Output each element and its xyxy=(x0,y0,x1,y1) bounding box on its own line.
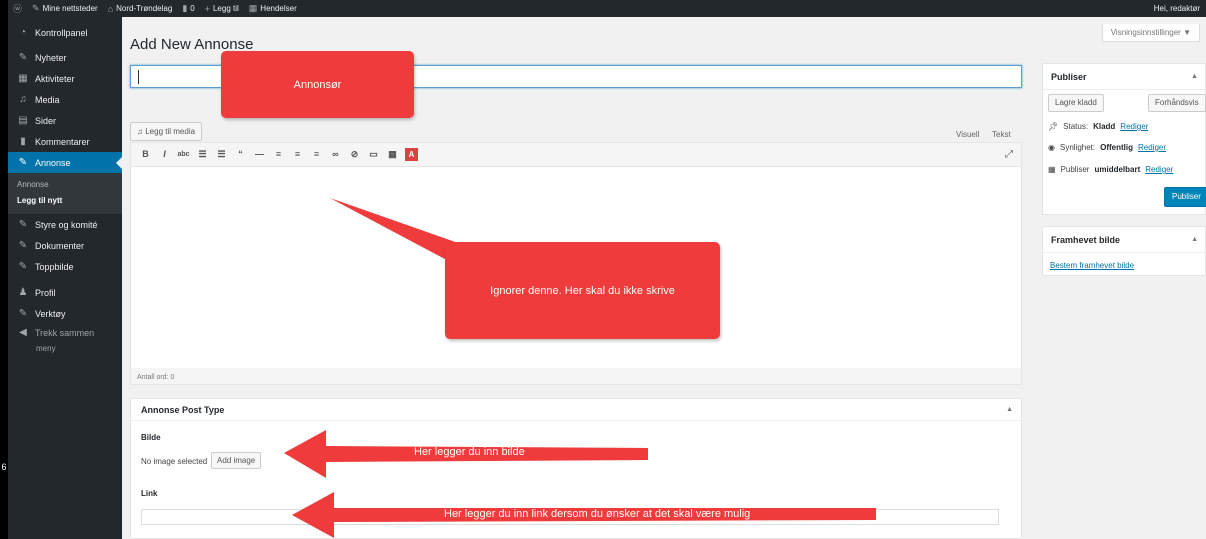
italic-icon[interactable]: I xyxy=(158,148,171,161)
page-icon: ▤ xyxy=(18,115,28,126)
publish-button[interactable]: Publiser xyxy=(1164,187,1206,207)
align-center-icon[interactable]: ≡ xyxy=(291,148,304,161)
image-label: Bilde xyxy=(141,433,161,442)
schedule-row: ▦ Publiser umiddelbart Rediger xyxy=(1048,165,1174,174)
add-media-button[interactable]: ♫ Legg til media xyxy=(130,122,203,141)
postbox-title: Annonse Post Type xyxy=(131,399,1021,421)
sidebar-item-aktiviteter[interactable]: ▦ Aktiviteter xyxy=(8,68,122,89)
account-greeting[interactable]: Hei, redaktør xyxy=(1149,0,1206,17)
link-label: Link xyxy=(141,489,158,498)
submenu-annonse[interactable]: Annonse xyxy=(8,177,122,193)
align-right-icon[interactable]: ≡ xyxy=(310,148,323,161)
wordpress-logo-icon[interactable]: ⓦ xyxy=(8,0,27,17)
publish-title: Publiser ▲ xyxy=(1043,64,1205,90)
collapse-menu-label[interactable]: meny xyxy=(8,341,122,357)
calendar-icon: ▦ xyxy=(1048,165,1056,174)
collapse-toggle-icon[interactable]: ▲ xyxy=(1006,406,1013,413)
sidebar-item-kommentarer[interactable]: ▮ Kommentarer xyxy=(8,131,122,152)
screen-options-button[interactable]: Visningsinnstillinger ▼ xyxy=(1101,24,1200,42)
numbered-list-icon[interactable]: ☰ xyxy=(215,148,228,161)
home-icon: ⌂ xyxy=(107,3,114,14)
comments-link[interactable]: ▮ 0 xyxy=(177,0,199,17)
add-image-button[interactable]: Add image xyxy=(211,452,262,469)
bold-icon[interactable]: B xyxy=(139,148,152,161)
calendar-icon: ▦ xyxy=(248,3,258,13)
site-name-link[interactable]: ⌂ Nord-Trøndelag xyxy=(103,0,178,17)
visibility-row: ◉ Synlighet: Offentlig Rediger xyxy=(1048,143,1167,152)
tab-visual[interactable]: Visuell xyxy=(956,130,979,139)
edge-number: 6 xyxy=(1,462,7,472)
pdf-icon[interactable]: A xyxy=(405,148,418,161)
admin-bar: ⓦ ✎ Mine nettsteder ⌂ Nord-Trøndelag ▮ 0 + L… xyxy=(8,0,1206,17)
blockquote-icon[interactable]: “ xyxy=(234,148,247,161)
sidebar-item-nyheter[interactable]: ✎ Nyheter xyxy=(8,47,122,68)
wordpress-window: ⓦ ✎ Mine nettsteder ⌂ Nord-Trøndelag ▮ 0 + L… xyxy=(8,0,1206,539)
strikethrough-icon[interactable]: abc xyxy=(177,148,190,161)
events-link[interactable]: ▦ Hendelser xyxy=(244,0,302,17)
pin-icon: 📌︎ xyxy=(1048,122,1059,131)
collapse-toggle-icon[interactable]: ▲ xyxy=(1191,227,1198,253)
my-sites-link[interactable]: ✎ Mine nettsteder xyxy=(27,0,103,17)
pin-icon: ✎ xyxy=(18,157,28,168)
preview-button[interactable]: Forhåndsvis xyxy=(1148,94,1206,112)
fullscreen-icon[interactable]: ⤢ xyxy=(1005,149,1013,160)
editor-callout: Ignorer denne. Her skal du ikke skrive xyxy=(445,242,720,339)
sidebar-item-toppbilde[interactable]: ✎ Toppbilde xyxy=(8,256,122,277)
collapse-menu-button[interactable]: ◀ Trekk sammen xyxy=(8,324,122,341)
media-icon: ♫ xyxy=(137,127,146,136)
sidebar-item-styre[interactable]: ✎ Styre og komité xyxy=(8,214,122,235)
user-icon: ♟ xyxy=(18,287,28,298)
no-image-text: No image selected xyxy=(141,457,208,466)
sidebar-item-dokumenter[interactable]: ✎ Dokumenter xyxy=(8,235,122,256)
edit-status-link[interactable]: Rediger xyxy=(1120,122,1148,131)
save-draft-button[interactable]: Lagre kladd xyxy=(1048,94,1104,112)
comment-icon: ▮ xyxy=(20,136,26,147)
status-row: 📌︎ Status: Kladd Rediger xyxy=(1048,122,1149,131)
align-left-icon[interactable]: ≡ xyxy=(272,148,285,161)
sidebar-item-sider[interactable]: ▤ Sider xyxy=(8,110,122,131)
featured-title: Framhevet bilde ▲ xyxy=(1043,227,1205,253)
eye-icon: ◉ xyxy=(1048,143,1055,152)
horizontal-line-icon[interactable]: — xyxy=(253,148,266,161)
link-icon[interactable]: ∞ xyxy=(329,148,342,161)
calendar-icon: ▦ xyxy=(18,73,28,84)
image-arrow-label: Her legger du inn bilde xyxy=(414,446,525,458)
sidebar-item-profil[interactable]: ♟ Profil xyxy=(8,282,122,303)
sidebar-item-kontrollpanel[interactable]: ◔ Kontrollpanel xyxy=(8,22,122,43)
bullet-list-icon[interactable]: ☰ xyxy=(196,148,209,161)
annonse-submenu: Annonse Legg til nytt xyxy=(8,173,122,214)
edit-visibility-link[interactable]: Rediger xyxy=(1138,143,1166,152)
admin-sidebar: ◔ Kontrollpanel ✎ Nyheter ▦ Aktiviteter ♫ Me… xyxy=(8,17,122,539)
dashboard-icon: ◔ xyxy=(19,27,27,38)
sidebar-item-annonse[interactable]: ✎ Annonse xyxy=(8,152,122,173)
collapse-icon: ◀ xyxy=(19,327,27,338)
annonsor-callout: Annonsør xyxy=(221,51,414,118)
new-content-link[interactable]: + Legg til xyxy=(200,0,244,17)
link-arrow-label: Her legger du inn link dersom du ønsker … xyxy=(444,508,751,520)
media-icon: ♫ xyxy=(19,94,27,105)
more-tag-icon[interactable]: ▭ xyxy=(367,148,380,161)
word-count: Antall ord: 0 xyxy=(137,374,175,381)
edit-schedule-link[interactable]: Rediger xyxy=(1145,165,1173,174)
collapse-toggle-icon[interactable]: ▲ xyxy=(1191,64,1198,90)
submenu-add-new[interactable]: Legg til nytt xyxy=(8,193,122,209)
pin-icon: ✎ xyxy=(32,3,40,13)
editor-toolbar: B I abc ☰ ☰ “ — ≡ ≡ ≡ ∞ ⊘ ▭ ▦ A xyxy=(131,143,1021,167)
set-featured-image-link[interactable]: Bestem framhevet bilde xyxy=(1050,261,1134,270)
wrench-icon: ✎ xyxy=(18,308,28,319)
toolbar-toggle-icon[interactable]: ▦ xyxy=(386,148,399,161)
tab-text[interactable]: Tekst xyxy=(992,130,1011,139)
sidebar-item-media[interactable]: ♫ Media xyxy=(8,89,122,110)
pin-icon: ✎ xyxy=(18,261,28,272)
unlink-icon[interactable]: ⊘ xyxy=(348,148,361,161)
comment-icon: ▮ xyxy=(182,3,188,13)
sidebar-item-verktoy[interactable]: ✎ Verktøy xyxy=(8,303,122,324)
pin-icon: ✎ xyxy=(18,52,28,63)
pin-icon: ✎ xyxy=(18,240,28,251)
pin-icon: ✎ xyxy=(18,219,28,230)
plus-icon: + xyxy=(204,3,210,14)
